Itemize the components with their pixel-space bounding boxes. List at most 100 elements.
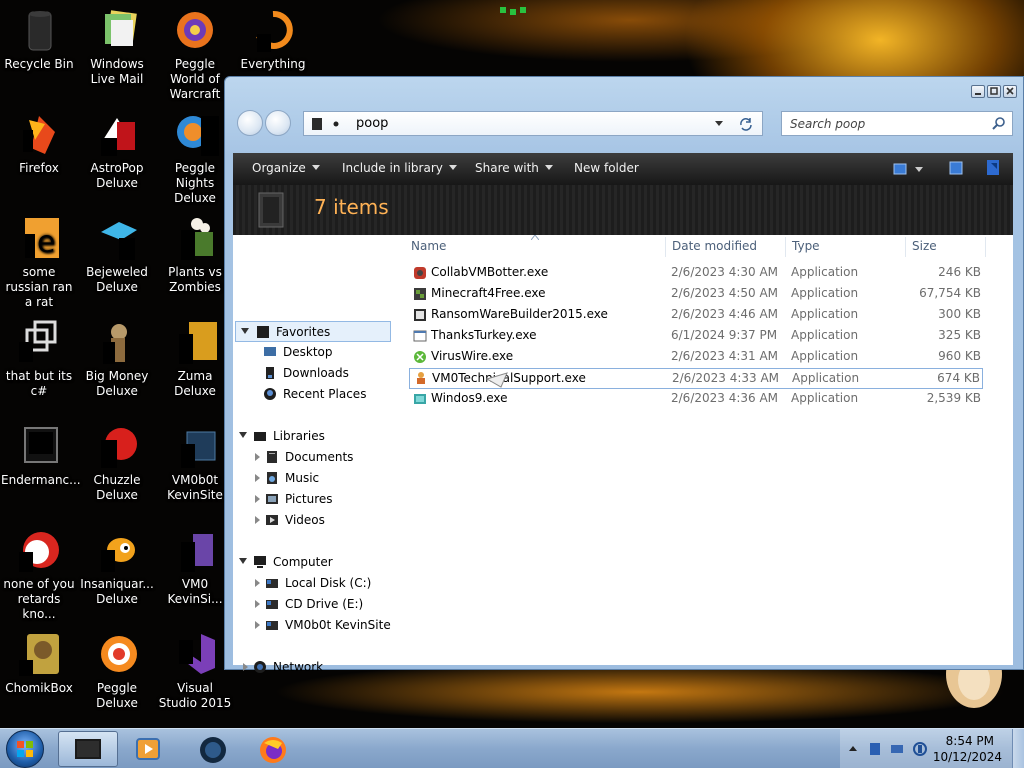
globe-icon	[200, 737, 226, 763]
desktop-icon-peggle-wow[interactable]: Peggle World of Warcraft	[157, 6, 233, 102]
collapse-arrow-icon[interactable]	[255, 600, 260, 608]
show-hidden-icons-icon[interactable]	[848, 744, 858, 752]
desktop-icon-that-but-csharp[interactable]: that but its c#	[1, 318, 77, 399]
desktop-icon-russian-rat[interactable]: e some russian ran a rat	[1, 214, 77, 310]
explorer-folder-icon	[75, 739, 101, 759]
collapse-arrow-icon[interactable]	[255, 474, 260, 482]
tray-app-icon[interactable]	[868, 741, 882, 757]
desktop-icon-windows-live-mail[interactable]: Windows Live Mail	[79, 6, 155, 87]
collapse-arrow-icon[interactable]	[255, 516, 260, 524]
desktop-icon-bejeweled[interactable]: Bejeweled Deluxe	[79, 214, 155, 295]
desktop-icon-pvz[interactable]: Plants vs Zombies	[157, 214, 233, 295]
clock-time[interactable]: 8:54 PM	[946, 734, 994, 748]
search-box[interactable]: Search poop	[781, 111, 1013, 136]
pictures-icon	[266, 494, 278, 504]
file-row[interactable]: Minecraft4Free.exe 2/6/2023 4:50 AM Appl…	[409, 284, 983, 305]
share-with-button[interactable]: Share with	[475, 161, 553, 175]
show-desktop-button[interactable]	[1012, 729, 1024, 768]
desktop-icon-peggle-nights[interactable]: Peggle Nights Deluxe	[157, 110, 233, 206]
refresh-icon[interactable]	[738, 117, 754, 131]
back-button[interactable]	[237, 110, 263, 136]
taskbar-firefox-button[interactable]	[244, 731, 304, 767]
everything-search-icon	[256, 11, 293, 52]
collapse-arrow-icon[interactable]	[243, 663, 248, 671]
desktop-icon-vm0-kevinsi[interactable]: VM0 KevinSi...	[157, 526, 233, 607]
videos-icon	[266, 515, 278, 525]
program-window-icon	[413, 330, 427, 342]
desktop-icon-zuma[interactable]: Zuma Deluxe	[157, 318, 233, 399]
include-in-library-button[interactable]: Include in library	[342, 161, 457, 175]
media-player-icon	[136, 738, 160, 760]
desktop-icon-big-money[interactable]: Big Money Deluxe	[79, 318, 155, 399]
organize-button[interactable]: Organize	[252, 161, 320, 175]
nav-favorites[interactable]: Favorites	[235, 321, 391, 342]
volume-icon[interactable]	[912, 741, 928, 757]
column-divider[interactable]	[985, 237, 986, 257]
window-controls	[971, 85, 1017, 98]
collapse-arrow-icon[interactable]	[255, 621, 260, 629]
e-icon: e	[25, 218, 59, 260]
column-divider[interactable]	[665, 237, 666, 257]
file-list: Name Date modified Type Size CollabVMBot…	[409, 235, 1013, 665]
collapse-arrow-icon[interactable]	[255, 495, 260, 503]
minimize-button[interactable]	[971, 85, 985, 98]
item-count: 7 items	[314, 195, 389, 219]
column-header-name[interactable]: Name	[411, 239, 446, 253]
tray-network-icon[interactable]	[890, 741, 904, 757]
recent-places-icon	[264, 388, 276, 400]
expand-arrow-icon[interactable]	[241, 328, 249, 334]
expand-arrow-icon[interactable]	[239, 432, 247, 438]
help-icon[interactable]	[985, 159, 1001, 177]
column-header-size[interactable]: Size	[912, 239, 937, 253]
desktop-icon-peggle-deluxe[interactable]: Peggle Deluxe	[79, 630, 155, 711]
column-header-date[interactable]: Date modified	[672, 239, 757, 253]
column-divider[interactable]	[905, 237, 906, 257]
downloads-icon	[266, 367, 274, 379]
column-header-type[interactable]: Type	[792, 239, 820, 253]
desktop-icon	[264, 347, 276, 356]
address-bar[interactable]: poop	[303, 111, 763, 136]
desktop-icon-firefox[interactable]: Firefox	[1, 110, 77, 176]
collapse-arrow-icon[interactable]	[255, 579, 260, 587]
start-button[interactable]	[6, 730, 44, 768]
file-row[interactable]: RansomWareBuilder2015.exe 2/6/2023 4:46 …	[409, 305, 983, 326]
clock-date[interactable]: 10/12/2024	[933, 750, 1002, 764]
preview-pane-icon[interactable]	[949, 161, 963, 175]
collapse-arrow-icon[interactable]	[255, 453, 260, 461]
gem-icon	[101, 222, 137, 260]
desktop-icon-recycle-bin[interactable]: Recycle Bin	[1, 6, 77, 72]
desktop-icon-visual-studio[interactable]: Visual Studio 2015	[157, 630, 233, 711]
desktop-icon-none-of-you[interactable]: none of you retards kno...	[1, 526, 77, 622]
new-folder-button[interactable]: New folder	[574, 161, 639, 175]
taskbar-network-button[interactable]	[184, 731, 244, 767]
navigation-pane: Favorites Desktop Downloads Recent Place…	[233, 235, 403, 674]
file-row[interactable]: ThanksTurkey.exe 6/1/2024 9:37 PM Applic…	[409, 326, 983, 347]
mail-envelope-icon	[105, 10, 137, 46]
column-divider[interactable]	[785, 237, 786, 257]
file-row[interactable]: Windos9.exe 2/6/2023 4:36 AM Application…	[409, 389, 983, 410]
firefox-icon	[260, 737, 286, 763]
desktop-icon-astropop[interactable]: AstroPop Deluxe	[79, 110, 155, 191]
purple-file-icon	[181, 534, 213, 572]
taskbar-explorer-button[interactable]	[58, 731, 118, 767]
desktop-icon-chuzzle[interactable]: Chuzzle Deluxe	[79, 422, 155, 503]
search-icon[interactable]	[992, 117, 1006, 131]
desktop-icon-endermanc[interactable]: Endermanc...	[1, 422, 81, 488]
close-button[interactable]	[1003, 85, 1017, 98]
desktop-icon-chomikbox[interactable]: ChomikBox	[1, 630, 77, 696]
change-view-icon[interactable]	[893, 162, 927, 176]
maximize-button[interactable]	[987, 85, 1001, 98]
black-window-icon	[24, 427, 58, 463]
desktop-icon-everything[interactable]: Everything	[235, 6, 311, 72]
address-segment[interactable]: poop	[356, 116, 388, 131]
address-dropdown-icon[interactable]	[714, 120, 724, 128]
file-row[interactable]: CollabVMBotter.exe 2/6/2023 4:30 AM Appl…	[409, 263, 983, 284]
file-row[interactable]: VirusWire.exe 2/6/2023 4:31 AM Applicati…	[409, 347, 983, 368]
minimize-icon	[975, 93, 981, 95]
desktop-icon-vm0b0t-kevinsite[interactable]: VM0b0t KevinSite	[157, 422, 233, 503]
taskbar-media-player-button[interactable]	[118, 731, 178, 767]
desktop-icon-insaniquarium[interactable]: Insaniquar... Deluxe	[79, 526, 155, 607]
forward-button[interactable]	[265, 110, 291, 136]
expand-arrow-icon[interactable]	[239, 558, 247, 564]
money-character-icon	[103, 324, 127, 364]
